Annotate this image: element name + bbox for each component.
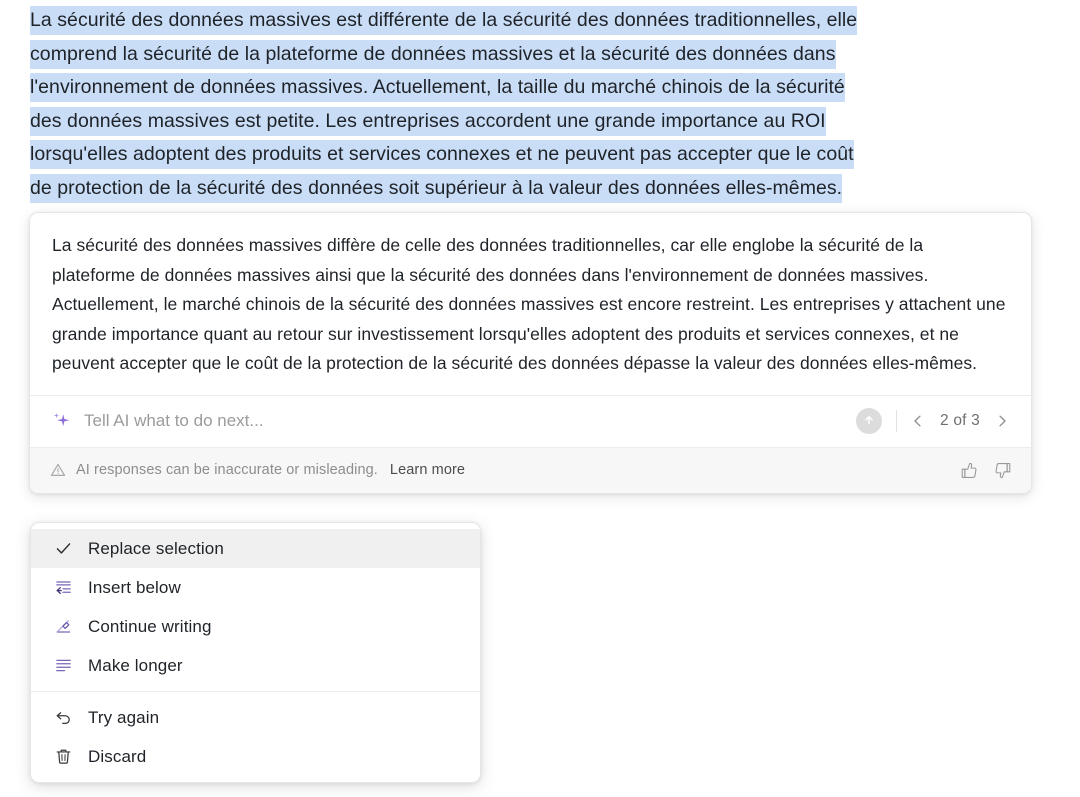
- document-line-text: de protection de la sécurité des données…: [30, 173, 843, 203]
- checkmark-icon: [53, 538, 74, 559]
- document-line: comprend la sécurité de la plateforme de…: [30, 38, 1020, 72]
- chevron-right-icon[interactable]: [993, 412, 1011, 430]
- warning-triangle-icon: [50, 462, 66, 478]
- document-line: lorsqu'elles adoptent des produits et se…: [30, 138, 1020, 172]
- menu-item-try-again[interactable]: Try again: [31, 698, 480, 737]
- thumbs-down-icon[interactable]: [994, 461, 1013, 480]
- sparkle-icon: [50, 410, 72, 432]
- ai-action-menu: Replace selection Insert below Continue …: [30, 522, 481, 783]
- undo-arrow-icon: [53, 707, 74, 728]
- document-line-text: des données massives est petite. Les ent…: [30, 106, 826, 136]
- ai-prompt-row: 2 of 3: [30, 394, 1031, 447]
- document-line: des données massives est petite. Les ent…: [30, 105, 1020, 139]
- document-line: l'environnement de données massives. Act…: [30, 71, 1020, 105]
- ai-response-text: La sécurité des données massives diffère…: [52, 235, 1006, 374]
- menu-item-label: Discard: [88, 746, 147, 766]
- ai-response-body: La sécurité des données massives diffère…: [30, 213, 1031, 387]
- ai-response-card: La sécurité des données massives diffère…: [29, 212, 1032, 494]
- document-line: de protection de la sécurité des données…: [30, 172, 1020, 206]
- document-line-text: La sécurité des données massives est dif…: [30, 6, 858, 35]
- toolbar-divider: [896, 410, 897, 433]
- document-line-text: lorsqu'elles adoptent des produits et se…: [30, 140, 854, 170]
- selected-document-text[interactable]: La sécurité des données massives est dif…: [30, 4, 1020, 206]
- chevron-left-icon[interactable]: [909, 412, 927, 430]
- ai-prompt-input[interactable]: [84, 411, 856, 432]
- menu-item-make-longer[interactable]: Make longer: [31, 646, 480, 685]
- pager-count-label: 2 of 3: [940, 412, 980, 430]
- menu-item-label: Try again: [88, 707, 160, 727]
- thumbs-up-icon[interactable]: [959, 461, 978, 480]
- menu-item-label: Insert below: [88, 577, 181, 597]
- ai-disclaimer-bar: AI responses can be inaccurate or mislea…: [30, 446, 1031, 493]
- feedback-buttons: [959, 461, 1013, 480]
- ai-writing-assistant-screen: La sécurité des données massives est dif…: [0, 0, 1080, 797]
- menu-item-continue-writing[interactable]: Continue writing: [31, 607, 480, 646]
- insert-below-icon: [53, 577, 74, 598]
- document-line-text: l'environnement de données massives. Act…: [30, 73, 845, 103]
- document-line: La sécurité des données massives est dif…: [30, 4, 1020, 38]
- menu-item-label: Make longer: [88, 655, 183, 675]
- menu-item-replace-selection[interactable]: Replace selection: [31, 529, 480, 568]
- document-line-text: comprend la sécurité de la plateforme de…: [30, 39, 836, 69]
- make-longer-icon: [53, 655, 74, 676]
- menu-item-label: Continue writing: [88, 616, 212, 636]
- pencil-line-icon: [53, 616, 74, 637]
- menu-item-insert-below[interactable]: Insert below: [31, 568, 480, 607]
- menu-item-discard[interactable]: Discard: [31, 737, 480, 776]
- arrow-up-icon: [862, 413, 876, 430]
- submit-prompt-button[interactable]: [856, 408, 882, 435]
- disclaimer-text: AI responses can be inaccurate or mislea…: [76, 462, 378, 479]
- learn-more-link[interactable]: Learn more: [390, 462, 465, 478]
- response-pager: 2 of 3: [909, 412, 1017, 430]
- menu-item-label: Replace selection: [88, 538, 224, 558]
- menu-divider: [31, 691, 480, 692]
- trash-icon: [53, 746, 74, 767]
